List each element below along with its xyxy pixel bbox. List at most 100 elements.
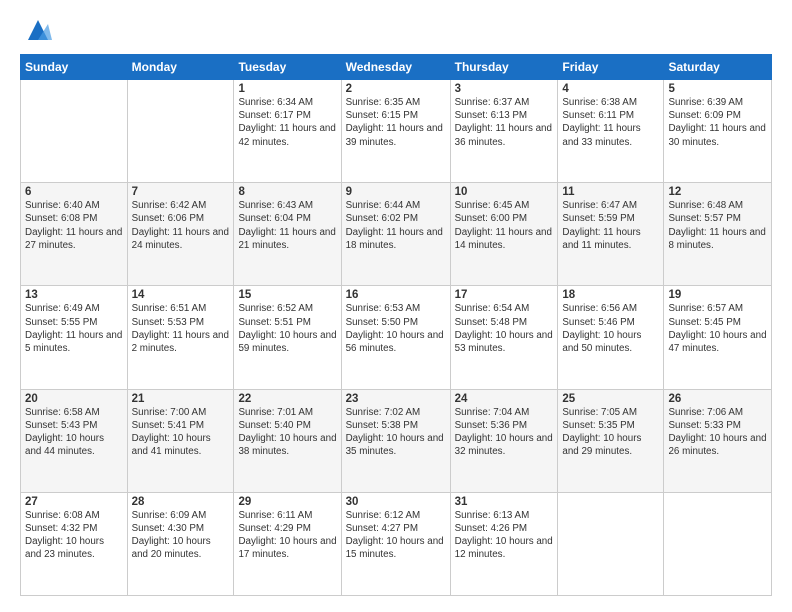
calendar-cell: 27Sunrise: 6:08 AM Sunset: 4:32 PM Dayli… (21, 492, 128, 595)
calendar-cell: 24Sunrise: 7:04 AM Sunset: 5:36 PM Dayli… (450, 389, 558, 492)
day-number: 6 (25, 186, 123, 198)
day-number: 15 (238, 289, 336, 301)
day-number: 29 (238, 496, 336, 508)
day-number: 4 (562, 83, 659, 95)
week-row-1: 1Sunrise: 6:34 AM Sunset: 6:17 PM Daylig… (21, 80, 772, 183)
day-info: Sunrise: 6:09 AM Sunset: 4:30 PM Dayligh… (132, 509, 230, 562)
calendar-cell: 4Sunrise: 6:38 AM Sunset: 6:11 PM Daylig… (558, 80, 664, 183)
day-number: 24 (455, 393, 554, 405)
weekday-tuesday: Tuesday (234, 55, 341, 80)
day-info: Sunrise: 7:02 AM Sunset: 5:38 PM Dayligh… (346, 406, 446, 459)
header (20, 16, 772, 44)
day-number: 20 (25, 393, 123, 405)
calendar-cell: 2Sunrise: 6:35 AM Sunset: 6:15 PM Daylig… (341, 80, 450, 183)
week-row-3: 13Sunrise: 6:49 AM Sunset: 5:55 PM Dayli… (21, 286, 772, 389)
calendar-cell: 15Sunrise: 6:52 AM Sunset: 5:51 PM Dayli… (234, 286, 341, 389)
weekday-sunday: Sunday (21, 55, 128, 80)
day-number: 5 (668, 83, 767, 95)
calendar-cell: 30Sunrise: 6:12 AM Sunset: 4:27 PM Dayli… (341, 492, 450, 595)
calendar-cell: 20Sunrise: 6:58 AM Sunset: 5:43 PM Dayli… (21, 389, 128, 492)
calendar-cell: 11Sunrise: 6:47 AM Sunset: 5:59 PM Dayli… (558, 183, 664, 286)
calendar-cell: 13Sunrise: 6:49 AM Sunset: 5:55 PM Dayli… (21, 286, 128, 389)
day-info: Sunrise: 6:42 AM Sunset: 6:06 PM Dayligh… (132, 199, 230, 252)
day-number: 26 (668, 393, 767, 405)
calendar-cell: 12Sunrise: 6:48 AM Sunset: 5:57 PM Dayli… (664, 183, 772, 286)
calendar-cell: 16Sunrise: 6:53 AM Sunset: 5:50 PM Dayli… (341, 286, 450, 389)
calendar-cell: 18Sunrise: 6:56 AM Sunset: 5:46 PM Dayli… (558, 286, 664, 389)
calendar-cell: 31Sunrise: 6:13 AM Sunset: 4:26 PM Dayli… (450, 492, 558, 595)
week-row-2: 6Sunrise: 6:40 AM Sunset: 6:08 PM Daylig… (21, 183, 772, 286)
day-number: 16 (346, 289, 446, 301)
calendar-cell: 1Sunrise: 6:34 AM Sunset: 6:17 PM Daylig… (234, 80, 341, 183)
calendar-cell: 6Sunrise: 6:40 AM Sunset: 6:08 PM Daylig… (21, 183, 128, 286)
calendar-cell: 9Sunrise: 6:44 AM Sunset: 6:02 PM Daylig… (341, 183, 450, 286)
day-info: Sunrise: 6:34 AM Sunset: 6:17 PM Dayligh… (238, 96, 336, 149)
day-number: 22 (238, 393, 336, 405)
day-number: 30 (346, 496, 446, 508)
day-number: 13 (25, 289, 123, 301)
day-info: Sunrise: 6:48 AM Sunset: 5:57 PM Dayligh… (668, 199, 767, 252)
day-info: Sunrise: 7:05 AM Sunset: 5:35 PM Dayligh… (562, 406, 659, 459)
day-info: Sunrise: 6:53 AM Sunset: 5:50 PM Dayligh… (346, 302, 446, 355)
day-number: 31 (455, 496, 554, 508)
day-number: 23 (346, 393, 446, 405)
day-info: Sunrise: 6:39 AM Sunset: 6:09 PM Dayligh… (668, 96, 767, 149)
day-info: Sunrise: 7:04 AM Sunset: 5:36 PM Dayligh… (455, 406, 554, 459)
calendar-cell: 26Sunrise: 7:06 AM Sunset: 5:33 PM Dayli… (664, 389, 772, 492)
calendar-cell: 14Sunrise: 6:51 AM Sunset: 5:53 PM Dayli… (127, 286, 234, 389)
day-number: 7 (132, 186, 230, 198)
weekday-wednesday: Wednesday (341, 55, 450, 80)
day-number: 21 (132, 393, 230, 405)
day-info: Sunrise: 6:35 AM Sunset: 6:15 PM Dayligh… (346, 96, 446, 149)
calendar-cell: 21Sunrise: 7:00 AM Sunset: 5:41 PM Dayli… (127, 389, 234, 492)
calendar-cell: 10Sunrise: 6:45 AM Sunset: 6:00 PM Dayli… (450, 183, 558, 286)
day-number: 10 (455, 186, 554, 198)
week-row-5: 27Sunrise: 6:08 AM Sunset: 4:32 PM Dayli… (21, 492, 772, 595)
weekday-friday: Friday (558, 55, 664, 80)
day-info: Sunrise: 6:40 AM Sunset: 6:08 PM Dayligh… (25, 199, 123, 252)
day-info: Sunrise: 6:52 AM Sunset: 5:51 PM Dayligh… (238, 302, 336, 355)
week-row-4: 20Sunrise: 6:58 AM Sunset: 5:43 PM Dayli… (21, 389, 772, 492)
day-info: Sunrise: 6:45 AM Sunset: 6:00 PM Dayligh… (455, 199, 554, 252)
day-info: Sunrise: 6:58 AM Sunset: 5:43 PM Dayligh… (25, 406, 123, 459)
day-number: 9 (346, 186, 446, 198)
day-info: Sunrise: 7:00 AM Sunset: 5:41 PM Dayligh… (132, 406, 230, 459)
day-info: Sunrise: 6:44 AM Sunset: 6:02 PM Dayligh… (346, 199, 446, 252)
day-info: Sunrise: 6:51 AM Sunset: 5:53 PM Dayligh… (132, 302, 230, 355)
day-info: Sunrise: 6:37 AM Sunset: 6:13 PM Dayligh… (455, 96, 554, 149)
logo (20, 16, 52, 44)
calendar-cell: 3Sunrise: 6:37 AM Sunset: 6:13 PM Daylig… (450, 80, 558, 183)
logo-icon (24, 16, 52, 44)
calendar-table: SundayMondayTuesdayWednesdayThursdayFrid… (20, 54, 772, 596)
weekday-monday: Monday (127, 55, 234, 80)
calendar-cell: 5Sunrise: 6:39 AM Sunset: 6:09 PM Daylig… (664, 80, 772, 183)
day-number: 12 (668, 186, 767, 198)
day-info: Sunrise: 6:49 AM Sunset: 5:55 PM Dayligh… (25, 302, 123, 355)
weekday-header-row: SundayMondayTuesdayWednesdayThursdayFrid… (21, 55, 772, 80)
day-number: 1 (238, 83, 336, 95)
day-info: Sunrise: 6:54 AM Sunset: 5:48 PM Dayligh… (455, 302, 554, 355)
day-number: 14 (132, 289, 230, 301)
day-info: Sunrise: 6:38 AM Sunset: 6:11 PM Dayligh… (562, 96, 659, 149)
day-info: Sunrise: 6:12 AM Sunset: 4:27 PM Dayligh… (346, 509, 446, 562)
day-info: Sunrise: 6:56 AM Sunset: 5:46 PM Dayligh… (562, 302, 659, 355)
day-number: 28 (132, 496, 230, 508)
calendar-cell: 29Sunrise: 6:11 AM Sunset: 4:29 PM Dayli… (234, 492, 341, 595)
calendar-cell: 8Sunrise: 6:43 AM Sunset: 6:04 PM Daylig… (234, 183, 341, 286)
calendar-cell (127, 80, 234, 183)
calendar-cell: 25Sunrise: 7:05 AM Sunset: 5:35 PM Dayli… (558, 389, 664, 492)
weekday-thursday: Thursday (450, 55, 558, 80)
day-info: Sunrise: 6:11 AM Sunset: 4:29 PM Dayligh… (238, 509, 336, 562)
page: SundayMondayTuesdayWednesdayThursdayFrid… (0, 0, 792, 612)
calendar-cell: 19Sunrise: 6:57 AM Sunset: 5:45 PM Dayli… (664, 286, 772, 389)
day-number: 3 (455, 83, 554, 95)
day-info: Sunrise: 6:47 AM Sunset: 5:59 PM Dayligh… (562, 199, 659, 252)
day-number: 25 (562, 393, 659, 405)
day-info: Sunrise: 7:01 AM Sunset: 5:40 PM Dayligh… (238, 406, 336, 459)
calendar-cell: 28Sunrise: 6:09 AM Sunset: 4:30 PM Dayli… (127, 492, 234, 595)
day-info: Sunrise: 6:57 AM Sunset: 5:45 PM Dayligh… (668, 302, 767, 355)
calendar-cell (664, 492, 772, 595)
day-number: 19 (668, 289, 767, 301)
calendar-cell: 23Sunrise: 7:02 AM Sunset: 5:38 PM Dayli… (341, 389, 450, 492)
day-number: 17 (455, 289, 554, 301)
